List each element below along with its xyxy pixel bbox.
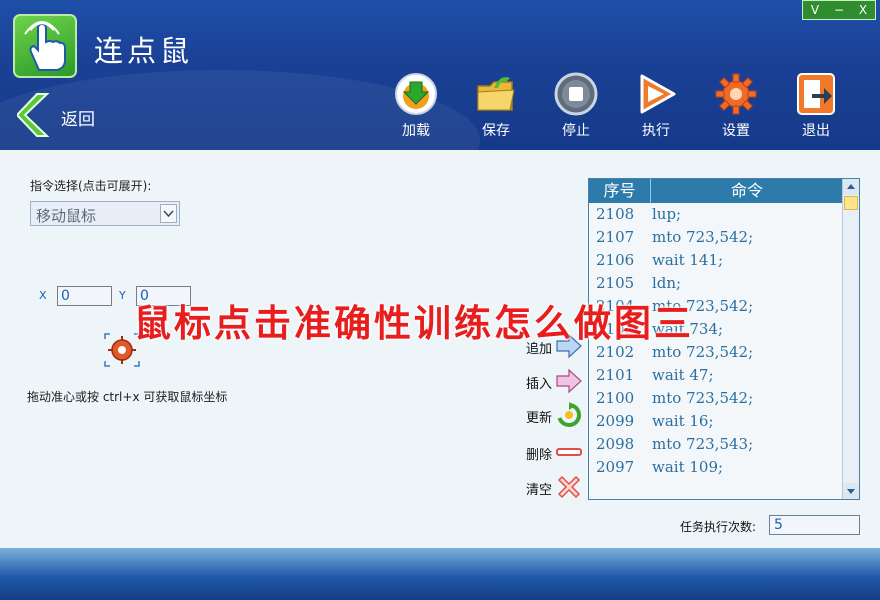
column-header-command[interactable]: 命令 (651, 179, 843, 203)
list-item[interactable]: 2100 mto 723,542; (589, 387, 843, 410)
chevron-down-icon[interactable] (160, 204, 177, 223)
x-label: X (39, 289, 47, 302)
header-bar: 连点鼠 V − X 返回 加载 保存 停止 执行 设置 退出 (0, 0, 880, 210)
list-item-command: wait 47; (652, 366, 714, 384)
clear-button[interactable]: 清空 (522, 474, 586, 500)
list-item[interactable]: 2099 wait 16; (589, 410, 843, 433)
arrow-right-icon (556, 368, 582, 394)
command-select-value: 移动鼠标 (36, 207, 97, 225)
app-logo-icon (13, 14, 77, 78)
collapse-button[interactable]: V (803, 1, 827, 19)
gear-icon (715, 73, 757, 115)
list-item-seq: 2105 (596, 274, 635, 292)
app-title: 连点鼠 (94, 34, 194, 68)
task-count-input[interactable]: 5 (769, 515, 860, 535)
run-button[interactable]: 执行 (628, 72, 684, 142)
list-item-command: mto 723,543; (652, 435, 754, 453)
list-item-command: lup; (652, 205, 682, 223)
close-button[interactable]: X (851, 1, 875, 19)
list-item-seq: 2097 (596, 458, 635, 476)
list-item-seq: 2100 (596, 389, 635, 407)
load-button[interactable]: 加载 (388, 72, 444, 142)
list-item-seq: 2106 (596, 251, 635, 269)
list-item[interactable]: 2097 wait 109; (589, 456, 843, 479)
insert-button[interactable]: 插入 (522, 368, 586, 394)
back-button[interactable]: 返回 (17, 92, 117, 138)
folder-icon (477, 77, 515, 111)
window-controls: V − X (802, 0, 876, 20)
exit-icon (797, 73, 835, 115)
list-item[interactable]: 2108 lup; (589, 203, 843, 226)
scroll-up-icon[interactable] (843, 179, 859, 195)
list-item-command: wait 141; (652, 251, 724, 269)
column-header-seq[interactable]: 序号 (589, 179, 651, 203)
scroll-thumb[interactable] (844, 196, 858, 210)
hint-text: 拖动准心或按 ctrl+x 可获取鼠标坐标 (27, 390, 228, 404)
command-list-header: 序号 命令 (589, 179, 843, 203)
y-label: Y (119, 289, 126, 302)
list-item-command: wait 16; (652, 412, 714, 430)
list-item[interactable]: 2098 mto 723,543; (589, 433, 843, 456)
list-item-seq: 2099 (596, 412, 635, 430)
command-select[interactable]: 移动鼠标 (30, 201, 180, 226)
refresh-icon (557, 402, 582, 427)
minimize-button[interactable]: − (827, 1, 851, 19)
command-select-label: 指令选择(点击可展开): (30, 179, 152, 193)
task-count-label: 任务执行次数: (680, 520, 757, 534)
delete-button[interactable]: 删除 (522, 439, 586, 465)
close-icon (557, 475, 581, 499)
play-icon (640, 74, 676, 114)
download-icon (395, 73, 437, 115)
stop-icon (554, 72, 598, 116)
app-window: 连点鼠 V − X 返回 加载 保存 停止 执行 设置 退出 指令选择(点击可展… (0, 0, 880, 600)
list-item-seq: 2098 (596, 435, 635, 453)
list-item[interactable]: 2106 wait 141; (589, 249, 843, 272)
list-item[interactable]: 2107 mto 723,542; (589, 226, 843, 249)
list-item[interactable]: 2105 ldn; (589, 272, 843, 295)
list-item-seq: 2107 (596, 228, 635, 246)
overlay-caption: 鼠标点击准确性训练怎么做图三 (134, 302, 694, 345)
list-item-seq: 2108 (596, 205, 635, 223)
command-list-scrollbar[interactable] (842, 179, 859, 499)
list-item-command: ldn; (652, 274, 682, 292)
minus-icon (556, 448, 582, 456)
exit-button[interactable]: 退出 (788, 72, 844, 142)
settings-button[interactable]: 设置 (708, 72, 764, 142)
list-item[interactable]: 2101 wait 47; (589, 364, 843, 387)
list-item-command: mto 723,542; (652, 228, 754, 246)
scroll-down-icon[interactable] (843, 483, 859, 499)
x-coordinate-input[interactable]: 0 (57, 286, 112, 306)
list-item-command: mto 723,542; (652, 389, 754, 407)
chevron-left-icon (17, 93, 50, 137)
list-item-seq: 2101 (596, 366, 635, 384)
save-button[interactable]: 保存 (468, 72, 524, 142)
back-label: 返回 (61, 110, 95, 130)
footer-bar (0, 548, 880, 600)
update-button[interactable]: 更新 (522, 402, 586, 428)
stop-button[interactable]: 停止 (548, 72, 604, 142)
list-item-command: wait 109; (652, 458, 724, 476)
